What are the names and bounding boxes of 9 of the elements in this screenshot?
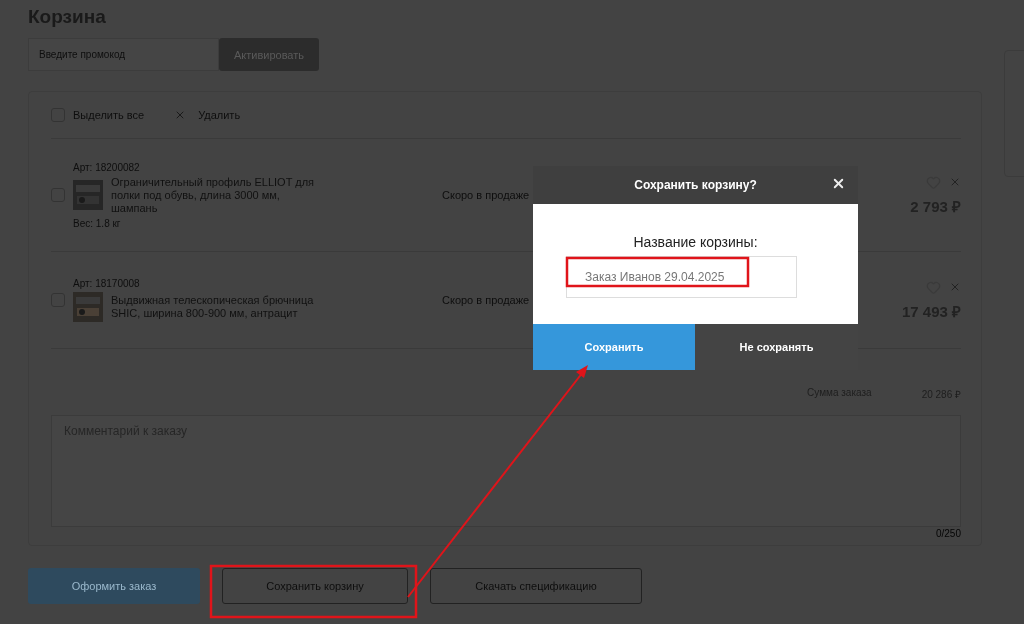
close-icon[interactable]	[949, 281, 961, 293]
dialog-button[interactable]: Сохранить	[533, 324, 695, 370]
basket-name-label: Название корзины:	[633, 234, 758, 250]
basket-name-field[interactable]: Заказ Иванов 29.04.2025	[566, 256, 797, 298]
character-counter: 0/250	[935, 528, 961, 539]
dialog-title: Сохранить корзину?	[634, 178, 757, 192]
action-button[interactable]: Оформить заказ	[28, 568, 200, 604]
close-button[interactable]	[831, 176, 846, 191]
close-icon[interactable]	[949, 176, 961, 188]
